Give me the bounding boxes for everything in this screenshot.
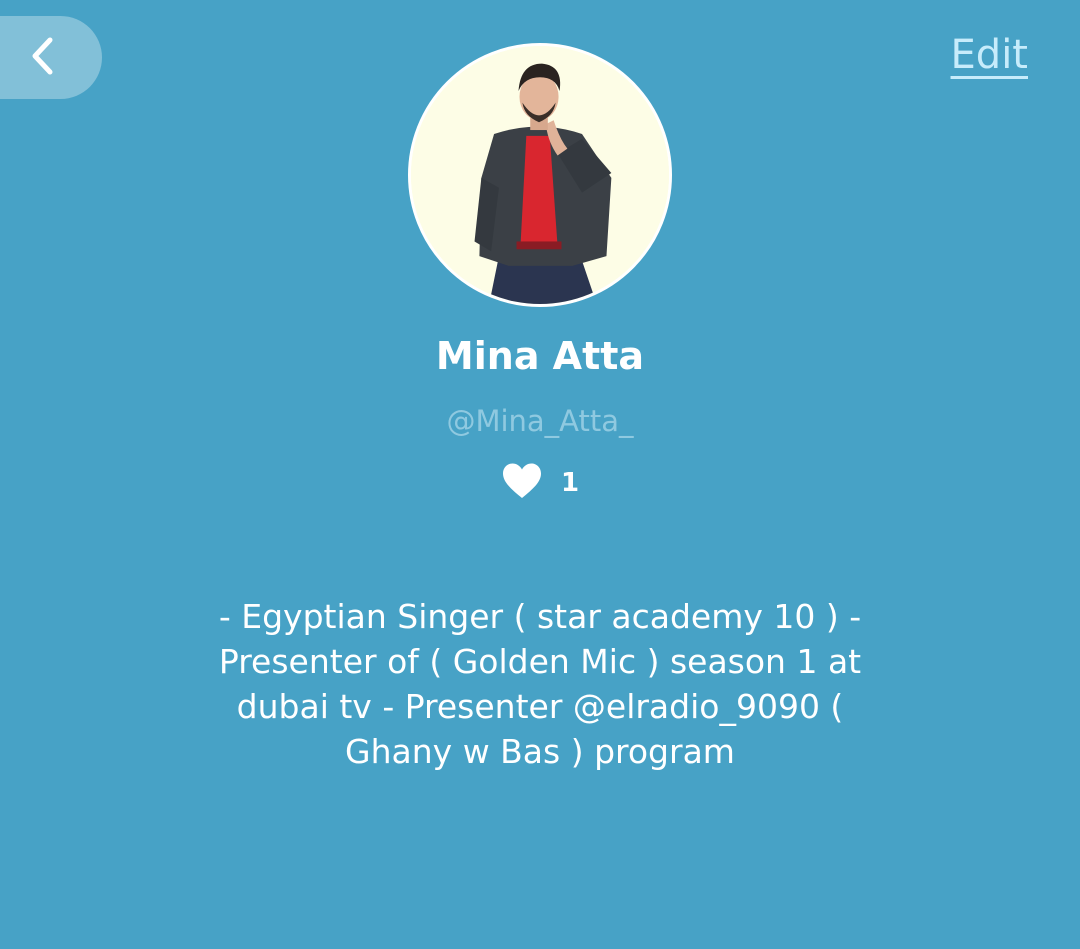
likes[interactable]: 1 xyxy=(0,462,1080,504)
heart-icon[interactable] xyxy=(501,462,543,504)
profile-photo xyxy=(411,46,669,304)
profile-bio: - Egyptian Singer ( star academy 10 ) - … xyxy=(218,597,862,771)
back-button[interactable] xyxy=(0,16,102,99)
like-count: 1 xyxy=(560,468,580,498)
edit-link[interactable]: Edit xyxy=(951,32,1028,78)
chevron-left-icon xyxy=(30,36,56,80)
profile-handle: @Mina_Atta_ xyxy=(446,404,634,438)
profile-name: Mina Atta xyxy=(435,334,645,378)
avatar xyxy=(408,43,672,307)
